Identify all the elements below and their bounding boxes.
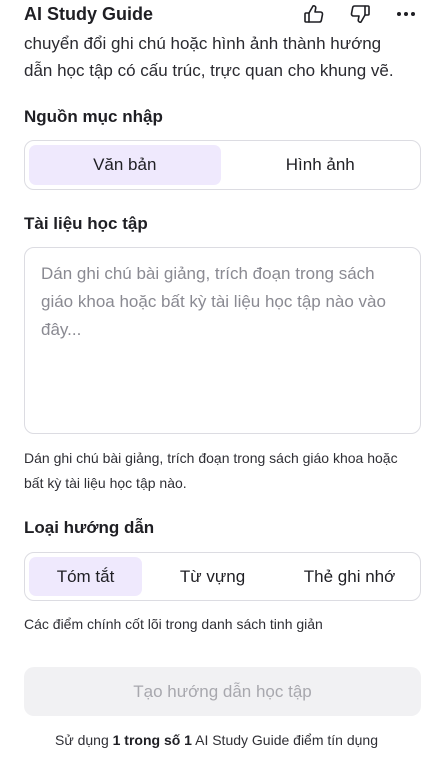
credit-usage-text: Sử dụng 1 trong số 1 AI Study Guide điểm… (0, 729, 433, 751)
credit-amount: 1 trong số 1 (112, 732, 192, 748)
tool-description: chuyển đổi ghi chú hoặc hình ảnh thành h… (24, 34, 394, 80)
more-icon[interactable] (393, 1, 419, 27)
generate-guide-button[interactable]: Tạo hướng dẫn học tập (24, 667, 421, 716)
guide-type-label: Loại hướng dẫn (24, 518, 155, 537)
source-selector: Văn bản Hình ảnh (24, 140, 421, 190)
source-option-image[interactable]: Hình ảnh (225, 145, 417, 185)
credit-prefix: Sử dụng (54, 732, 113, 748)
source-option-text[interactable]: Văn bản (29, 145, 221, 185)
guide-option-summary[interactable]: Tóm tắt (29, 557, 143, 596)
guide-option-vocabulary[interactable]: Từ vựng (146, 557, 279, 596)
thumbs-up-icon[interactable] (301, 1, 327, 27)
material-label: Tài liệu học tập (24, 214, 148, 233)
thumbs-down-icon[interactable] (347, 1, 373, 27)
study-material-input[interactable] (24, 247, 421, 434)
header: AI Study Guide (24, 0, 419, 28)
guide-type-helper-text: Các điểm chính cốt lõi trong danh sách t… (24, 616, 323, 632)
material-helper-text: Dán ghi chú bài giảng, trích đoạn trong … (24, 450, 398, 491)
guide-option-flashcards[interactable]: Thẻ ghi nhớ (283, 557, 416, 596)
guide-type-selector: Tóm tắt Từ vựng Thẻ ghi nhớ (24, 552, 421, 601)
header-actions (301, 1, 419, 27)
credit-suffix: AI Study Guide điểm tín dụng (191, 732, 378, 748)
source-label: Nguồn mục nhập (24, 107, 163, 126)
app-title: AI Study Guide (24, 3, 154, 24)
